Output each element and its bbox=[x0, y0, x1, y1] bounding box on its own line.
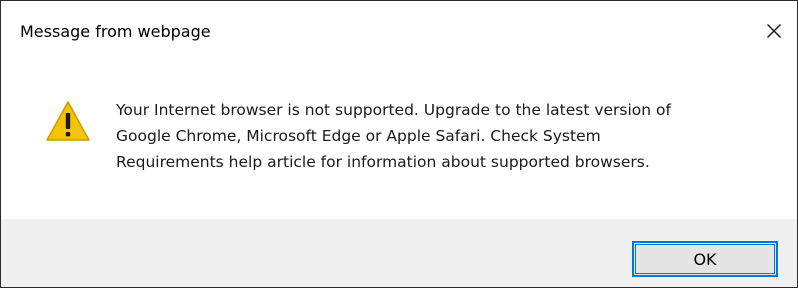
dialog-content: Your Internet browser is not supported. … bbox=[1, 61, 797, 219]
message-dialog: Message from webpage Your Internet brows… bbox=[0, 0, 798, 288]
dialog-title: Message from webpage bbox=[20, 22, 211, 41]
dialog-message: Your Internet browser is not supported. … bbox=[116, 97, 776, 175]
dialog-footer: OK bbox=[1, 219, 797, 287]
message-line: Google Chrome, Microsoft Edge or Apple S… bbox=[116, 127, 601, 145]
message-line: Requirements help article for informatio… bbox=[116, 153, 650, 171]
dialog-titlebar: Message from webpage bbox=[1, 1, 797, 61]
close-icon bbox=[766, 23, 782, 39]
message-line: Your Internet browser is not supported. … bbox=[116, 101, 671, 119]
warning-icon bbox=[45, 100, 91, 142]
close-button[interactable] bbox=[751, 1, 797, 61]
ok-button[interactable]: OK bbox=[632, 241, 778, 277]
ok-button-label: OK bbox=[693, 249, 717, 269]
